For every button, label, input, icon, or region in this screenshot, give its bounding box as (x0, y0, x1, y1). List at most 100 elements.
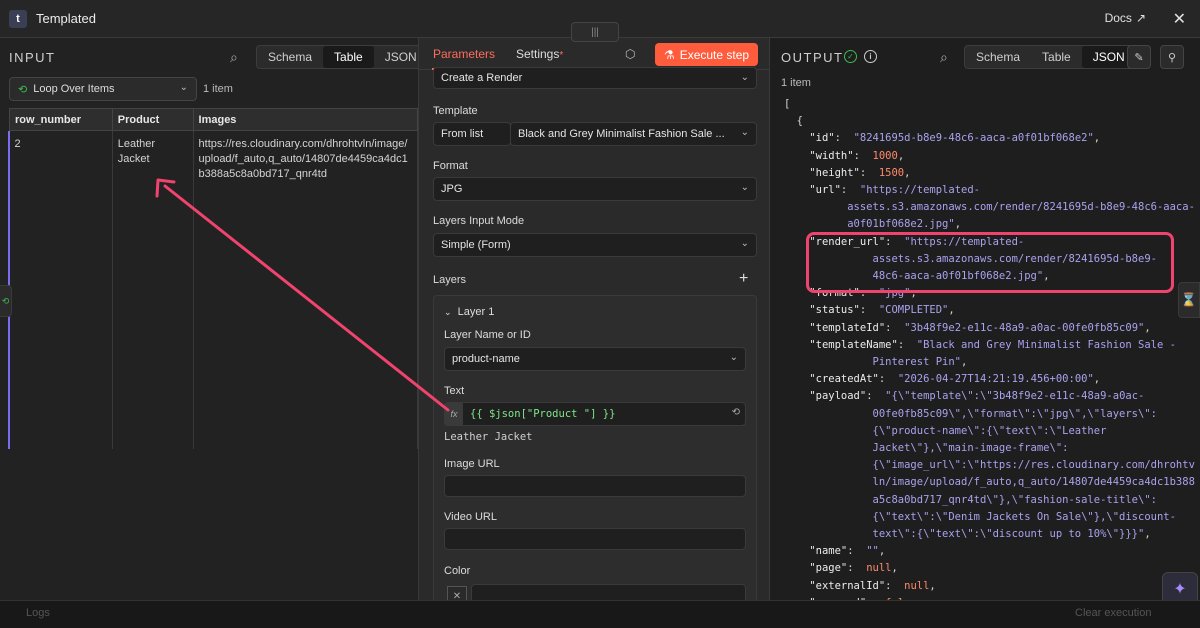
json-line: "templateId": "3b48f9e2-e11c-48a9-a0ac-0… (809, 321, 1151, 334)
template-select[interactable]: Black and Grey Minimalist Fashion Sale .… (510, 122, 757, 146)
chevron-down-icon: ⌄ (740, 127, 749, 138)
cube-icon[interactable]: ⬡ (625, 47, 635, 61)
json-line: "width": 1000, (809, 149, 905, 162)
chevron-down-icon: ⌄ (444, 307, 452, 317)
hourglass-icon[interactable]: ⌛ (1178, 282, 1200, 318)
output-panel: OUTPUT ✓ i ⌕ Schema Table JSON ✎ ⚲ 1 ite… (770, 38, 1200, 609)
json-line: Pinterest Pin", (784, 356, 968, 369)
logs-label[interactable]: Logs (26, 607, 50, 619)
layer-name-value: product-name (452, 353, 520, 365)
json-line: ln/image/upload/f_auto,q_auto/14807de445… (784, 476, 1195, 489)
json-line: [ (784, 98, 791, 110)
logs-bar: Logs Clear execution (0, 600, 1200, 628)
search-icon[interactable]: ⌕ (230, 49, 238, 66)
execute-step-button[interactable]: ⚗ Execute step (655, 43, 758, 66)
search-icon[interactable]: ⌕ (940, 49, 948, 66)
tab-parameters[interactable]: Parameters (433, 47, 495, 61)
column-header-images[interactable]: Images (192, 108, 419, 131)
cell-row-number: 2 (9, 130, 113, 449)
text-expression-result: Leather Jacket (444, 431, 533, 443)
pin-icon[interactable]: ⚲ (1160, 45, 1184, 69)
templated-logo: t (9, 9, 27, 28)
output-view-table[interactable]: Table (1031, 46, 1082, 68)
output-view-toggle: Schema Table JSON (964, 45, 1137, 69)
tab-settings-label: Settings (516, 47, 560, 61)
json-line: "height": 1500, (809, 166, 911, 179)
output-header: OUTPUT (781, 50, 844, 65)
image-url-input[interactable] (444, 475, 746, 497)
format-label: Format (433, 160, 468, 172)
input-panel: INPUT ⌕ Schema Table JSON ⟲ Loop Over It… (0, 38, 429, 600)
chevron-down-icon: ⌄ (179, 82, 188, 93)
fx-icon: fx (445, 403, 463, 425)
clear-execution-button[interactable]: Clear execution (1075, 607, 1151, 619)
edit-output-pencil-icon[interactable]: ✎ (1127, 45, 1151, 69)
layers-input-mode-label: Layers Input Mode (433, 215, 525, 227)
tab-settings[interactable]: Settings* (516, 47, 563, 61)
image-url-label: Image URL (444, 458, 500, 470)
column-header-row-number[interactable]: row_number (9, 108, 113, 131)
json-line: {\"image_url\":\"https://res.cloudinary.… (784, 459, 1195, 472)
json-line: "url": "https://templated- (809, 184, 980, 197)
loop-select-label: Loop Over Items (33, 83, 115, 95)
chevron-down-icon: ⌄ (740, 72, 749, 83)
input-item-count: 1 item (203, 83, 233, 95)
json-line: "createdAt": "2026-04-27T14:21:19.456+00… (809, 373, 1101, 386)
json-line: { (784, 115, 803, 128)
color-input[interactable] (471, 584, 746, 600)
text-expression: {{ $json["Product "] }} (470, 408, 616, 420)
template-mode-select[interactable]: From list (433, 122, 511, 146)
json-line: text\":{\"text\":\"discount up to 10%\"}… (784, 528, 1151, 541)
chevron-down-icon: ⌄ (740, 238, 749, 249)
layer-title: Layer 1 (457, 306, 495, 318)
app-window: t Templated Docs ↗ ✕ ||| INPUT ⌕ Schema T… (0, 0, 1200, 628)
input-table: row_number Product Images 2 Leather Jack… (9, 108, 419, 449)
layer-header[interactable]: ⌄ Layer 1 (444, 306, 494, 318)
docs-link[interactable]: Docs ↗ (1105, 11, 1146, 25)
operation-select[interactable]: Create a Render ⌄ (433, 67, 757, 89)
template-label: Template (433, 105, 478, 117)
open-expression-icon[interactable]: ⟲ (732, 407, 740, 418)
collapse-left-icon[interactable]: ⟲ (0, 285, 12, 317)
text-label: Text (444, 385, 465, 397)
template-mode-value: From list (441, 128, 484, 140)
json-line: "status": "COMPLETED", (809, 304, 955, 317)
template-value: Black and Grey Minimalist Fashion Sale .… (518, 128, 725, 140)
layers-input-mode-value: Simple (Form) (441, 239, 511, 251)
format-select[interactable]: JPG ⌄ (433, 177, 757, 201)
info-icon[interactable]: i (864, 50, 877, 63)
cell-product[interactable]: Leather Jacket (112, 130, 194, 449)
output-view-schema[interactable]: Schema (965, 46, 1031, 68)
json-line: "templateName": "Black and Grey Minimali… (809, 338, 1176, 351)
input-view-table[interactable]: Table (323, 46, 374, 68)
json-line: {\"product-name\":{\"text\":\"Leather (784, 424, 1107, 437)
text-expression-input[interactable]: fx {{ $json["Product "] }} ⟲ (444, 402, 746, 426)
add-layer-icon[interactable]: + (739, 270, 748, 288)
chevron-down-icon: ⌄ (740, 182, 749, 193)
parameter-tabs: Parameters Settings* ⬡ ⚗ Execute step (419, 38, 769, 70)
loop-node-select[interactable]: ⟲ Loop Over Items ⌄ (9, 77, 197, 101)
json-line: {\"text\":\"Denim Jackets On Sale\"},\"d… (784, 510, 1176, 523)
close-icon[interactable]: ✕ (1173, 9, 1186, 29)
column-header-product[interactable]: Product (111, 108, 194, 131)
input-view-schema[interactable]: Schema (257, 46, 323, 68)
color-swatch[interactable]: ✕ (447, 586, 467, 600)
cell-images: https://res.cloudinary.com/dhrohtvln/ima… (193, 130, 419, 449)
loop-icon: ⟲ (18, 83, 28, 96)
output-item-count: 1 item (781, 77, 811, 89)
color-label: Color (444, 565, 471, 577)
layer-name-select[interactable]: product-name ⌄ (444, 347, 746, 371)
layers-label: Layers (433, 274, 467, 286)
layers-input-mode-select[interactable]: Simple (Form) ⌄ (433, 233, 757, 257)
flask-icon: ⚗ (663, 47, 675, 62)
parameters-panel: Parameters Settings* ⬡ ⚗ Execute step Cre… (418, 38, 770, 600)
input-view-toggle: Schema Table JSON (256, 45, 429, 69)
node-title: Templated (36, 11, 96, 26)
json-line: "id": "8241695d-b8e9-48c6-aaca-a0f01bf06… (809, 132, 1101, 145)
execute-label: Execute step (679, 47, 750, 62)
drag-handle-icon[interactable]: ||| (571, 22, 619, 42)
video-url-input[interactable] (444, 528, 746, 550)
video-url-label: Video URL (444, 511, 497, 523)
json-line: "page": null, (809, 562, 898, 575)
external-link-icon: ↗ (1135, 11, 1146, 25)
